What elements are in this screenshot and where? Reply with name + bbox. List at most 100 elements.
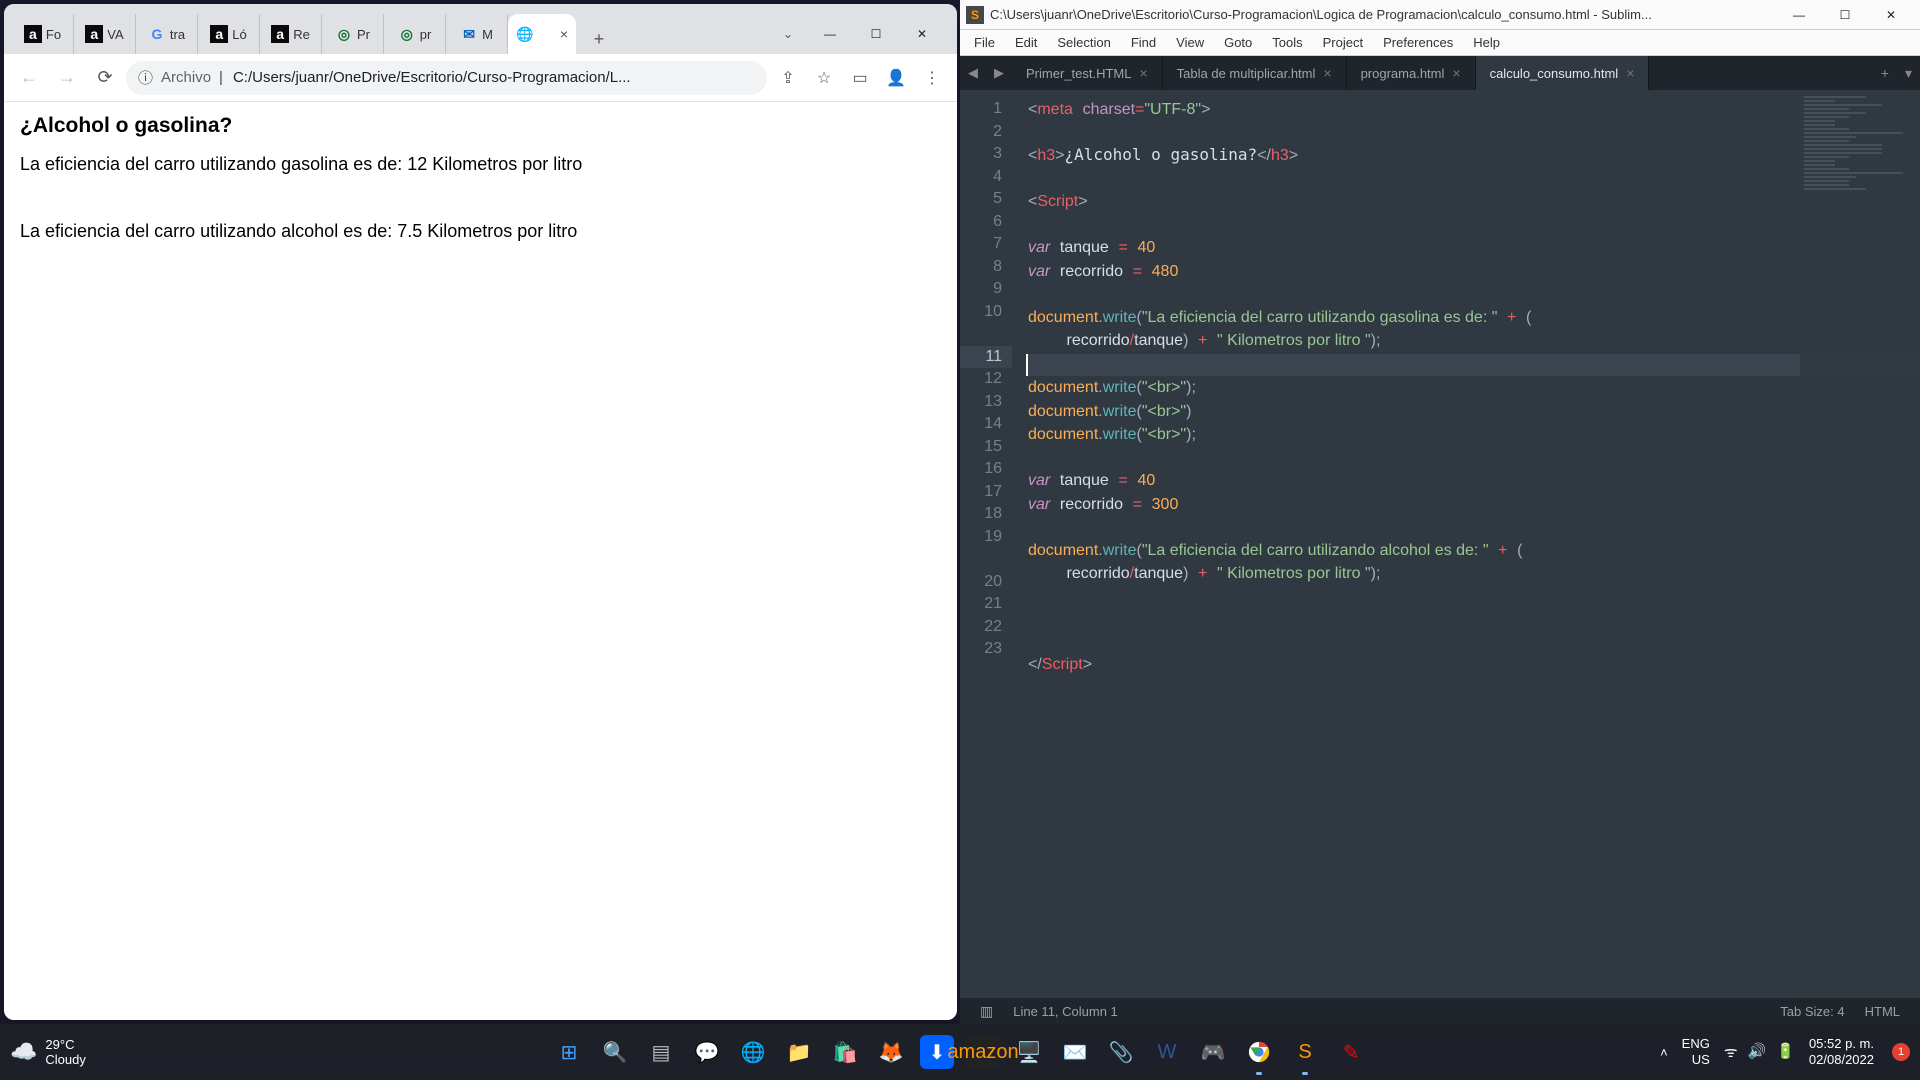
tab-label: Primer_test.HTML bbox=[1026, 66, 1131, 81]
chrome-tab[interactable]: ◎Pr bbox=[322, 14, 384, 54]
bookmark-button[interactable]: ☆ bbox=[807, 61, 841, 95]
chrome-tab[interactable]: aVA bbox=[74, 14, 136, 54]
close-icon[interactable]: × bbox=[1139, 65, 1147, 81]
menu-view[interactable]: View bbox=[1166, 31, 1214, 54]
notification-badge[interactable]: 1 bbox=[1892, 1043, 1910, 1061]
editor-body: 12345678910 111213141516171819 20212223 … bbox=[960, 90, 1920, 998]
profile-button[interactable]: 👤 bbox=[879, 61, 913, 95]
language-indicator[interactable]: ENGUS bbox=[1682, 1036, 1710, 1068]
share-button[interactable]: ⇪ bbox=[771, 61, 805, 95]
editor-tab[interactable]: calculo_consumo.html × bbox=[1476, 56, 1650, 90]
sidepanel-button[interactable]: ▭ bbox=[843, 61, 877, 95]
firefox-app-icon[interactable]: 🦊 bbox=[874, 1035, 908, 1069]
menu-selection[interactable]: Selection bbox=[1047, 31, 1120, 54]
sidebar-toggle-icon[interactable]: ▥ bbox=[970, 1003, 1003, 1020]
tab-label: Re bbox=[293, 27, 310, 42]
windows-taskbar: ☁️ 29°C Cloudy ⊞ 🔍 ▤ 💬 🌐 📁 🛍️ 🦊 ⬇ amazon… bbox=[0, 1024, 1920, 1080]
tab-label: pr bbox=[420, 27, 432, 42]
status-tabsize[interactable]: Tab Size: 4 bbox=[1770, 1004, 1854, 1019]
sublime-tabbar: ◀ ▶ Primer_test.HTML×Tabla de multiplica… bbox=[960, 56, 1920, 90]
wifi-icon[interactable]: ᯤ bbox=[1724, 1042, 1738, 1062]
menu-find[interactable]: Find bbox=[1121, 31, 1166, 54]
globe-icon: 🌐 bbox=[516, 25, 534, 43]
code-area[interactable]: <meta charset="UTF-8"> <h3>¿Alcohol o ga… bbox=[1012, 90, 1920, 998]
chrome-tabstrip: aFoaVAGtraaLóaRe◎Pr◎pr✉M 🌐 × + ⌄ ― ☐ ✕ bbox=[4, 4, 957, 54]
mail-app-icon[interactable]: ✉️ bbox=[1058, 1035, 1092, 1069]
sublime-title-text: C:\Users\juanr\OneDrive\Escritorio\Curso… bbox=[990, 7, 1776, 22]
favicon-icon: ✉ bbox=[460, 25, 478, 43]
taskbar-apps: ⊞ 🔍 ▤ 💬 🌐 📁 🛍️ 🦊 ⬇ amazon 🖥️ ✉️ 📎 W 🎮 S … bbox=[552, 1035, 1368, 1069]
chrome-tab[interactable]: Gtra bbox=[136, 14, 198, 54]
chrome-window: aFoaVAGtraaLóaRe◎Pr◎pr✉M 🌐 × + ⌄ ― ☐ ✕ ←… bbox=[4, 4, 957, 1020]
minimize-button[interactable]: ― bbox=[807, 18, 853, 50]
menu-help[interactable]: Help bbox=[1463, 31, 1510, 54]
chrome-tab[interactable]: aFo bbox=[12, 14, 74, 54]
menu-file[interactable]: File bbox=[964, 31, 1005, 54]
forward-button[interactable]: → bbox=[50, 61, 84, 95]
tray-overflow-icon[interactable]: ˄ bbox=[1660, 1045, 1668, 1060]
favicon-icon: a bbox=[24, 25, 42, 43]
menu-tools[interactable]: Tools bbox=[1262, 31, 1312, 54]
task-view-button[interactable]: ▤ bbox=[644, 1035, 678, 1069]
tab-overflow-button[interactable]: ▾ bbox=[1897, 65, 1920, 82]
close-icon[interactable]: × bbox=[1452, 65, 1460, 81]
chrome-tab[interactable]: aRe bbox=[260, 14, 322, 54]
favicon-icon: ◎ bbox=[335, 25, 353, 43]
line-gutter: 12345678910 111213141516171819 20212223 bbox=[960, 90, 1012, 998]
volume-icon[interactable]: 🔊 bbox=[1748, 1042, 1767, 1062]
reload-button[interactable]: ⟳ bbox=[88, 61, 122, 95]
editor-tab[interactable]: programa.html× bbox=[1347, 56, 1476, 90]
chrome-tab[interactable]: aLó bbox=[198, 14, 260, 54]
page-text-gasolina: La eficiencia del carro utilizando gasol… bbox=[20, 154, 941, 175]
tab-label: calculo_consumo.html bbox=[1490, 66, 1619, 81]
maximize-button[interactable]: ☐ bbox=[853, 18, 899, 50]
acrobat-app-icon[interactable]: ✎ bbox=[1334, 1035, 1368, 1069]
sublime-logo-icon: S bbox=[966, 6, 984, 24]
editor-tab[interactable]: Primer_test.HTML × bbox=[1012, 56, 1163, 90]
tab-nav-back[interactable]: ◀ bbox=[960, 56, 986, 90]
close-icon[interactable]: × bbox=[1323, 65, 1331, 81]
search-button[interactable]: 🔍 bbox=[598, 1035, 632, 1069]
taskbar-weather[interactable]: ☁️ 29°C Cloudy bbox=[10, 1037, 86, 1067]
discord-app-icon[interactable]: 🎮 bbox=[1196, 1035, 1230, 1069]
tab-nav-fwd[interactable]: ▶ bbox=[986, 56, 1012, 90]
clock[interactable]: 05:52 p. m.02/08/2022 bbox=[1809, 1036, 1874, 1068]
edge-app-icon[interactable]: 🌐 bbox=[736, 1035, 770, 1069]
chat-app-icon[interactable]: 💬 bbox=[690, 1035, 724, 1069]
menu-goto[interactable]: Goto bbox=[1214, 31, 1262, 54]
amazon-app-icon[interactable]: amazon bbox=[966, 1035, 1000, 1069]
sublime-menubar: FileEditSelectionFindViewGotoToolsProjec… bbox=[960, 30, 1920, 56]
tab-label: VA bbox=[107, 27, 123, 42]
chrome-tab[interactable]: ✉M bbox=[446, 14, 508, 54]
word-app-icon[interactable]: W bbox=[1150, 1035, 1184, 1069]
chrome-tab[interactable]: ◎pr bbox=[384, 14, 446, 54]
menu-edit[interactable]: Edit bbox=[1005, 31, 1047, 54]
close-button[interactable]: ✕ bbox=[899, 18, 945, 50]
maximize-button[interactable]: ☐ bbox=[1822, 3, 1868, 27]
chrome-app-icon[interactable] bbox=[1242, 1035, 1276, 1069]
status-syntax[interactable]: HTML bbox=[1855, 1004, 1910, 1019]
desktop-app-icon[interactable]: 🖥️ bbox=[1012, 1035, 1046, 1069]
close-icon[interactable]: × bbox=[560, 26, 568, 42]
office-app-icon[interactable]: 📎 bbox=[1104, 1035, 1138, 1069]
explorer-app-icon[interactable]: 📁 bbox=[782, 1035, 816, 1069]
menu-project[interactable]: Project bbox=[1313, 31, 1373, 54]
battery-icon[interactable]: 🔋 bbox=[1776, 1042, 1795, 1062]
tab-search-dropdown[interactable]: ⌄ bbox=[769, 17, 807, 51]
menu-button[interactable]: ⋮ bbox=[915, 61, 949, 95]
sublime-app-icon[interactable]: S bbox=[1288, 1035, 1322, 1069]
store-app-icon[interactable]: 🛍️ bbox=[828, 1035, 862, 1069]
start-button[interactable]: ⊞ bbox=[552, 1035, 586, 1069]
tab-add-button[interactable]: + bbox=[1873, 65, 1897, 81]
info-icon: ⓘ bbox=[138, 67, 153, 88]
menu-preferences[interactable]: Preferences bbox=[1373, 31, 1463, 54]
new-tab-button[interactable]: + bbox=[584, 24, 614, 54]
close-button[interactable]: ✕ bbox=[1868, 3, 1914, 27]
back-button[interactable]: ← bbox=[12, 61, 46, 95]
chrome-tab-active[interactable]: 🌐 × bbox=[508, 14, 576, 54]
close-icon[interactable]: × bbox=[1626, 65, 1634, 81]
minimap[interactable] bbox=[1800, 90, 1920, 998]
editor-tab[interactable]: Tabla de multiplicar.html× bbox=[1163, 56, 1347, 90]
minimize-button[interactable]: ― bbox=[1776, 3, 1822, 27]
address-bar[interactable]: ⓘ Archivo | C:/Users/juanr/OneDrive/Escr… bbox=[126, 61, 767, 95]
